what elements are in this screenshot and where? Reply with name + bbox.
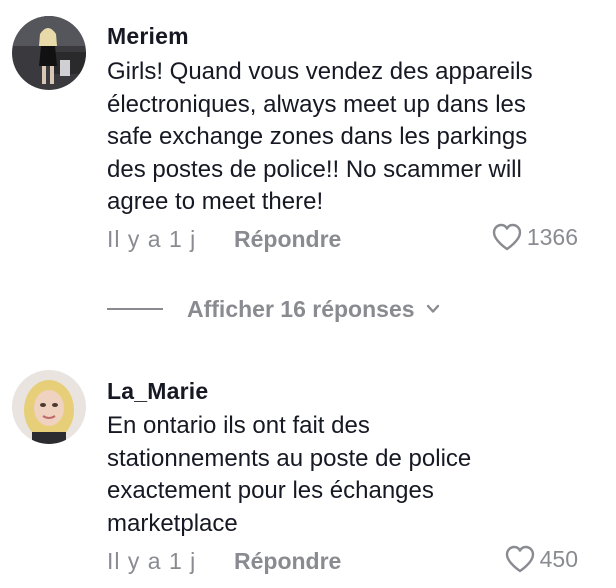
like-button[interactable]: 1366: [491, 222, 578, 252]
comment-text: Girls! Quand vous vendez des appareils é…: [107, 58, 533, 215]
like-button[interactable]: 450: [504, 544, 578, 574]
comment-timestamp: Il y a 1 j: [107, 548, 197, 574]
chevron-down-icon: [426, 304, 439, 313]
like-count: 1366: [526, 223, 578, 250]
comment-username[interactable]: La_Marie: [107, 378, 208, 405]
reply-button[interactable]: Répondre: [234, 226, 341, 253]
avatar-photo: [12, 370, 86, 444]
comment-username[interactable]: Meriem: [107, 23, 189, 50]
comment-item: Meriem Girls! Quand vous vendez des appa…: [0, 0, 616, 290]
heart-icon: [505, 545, 534, 573]
comment-text: En ontario ils ont fait des stationnemen…: [107, 412, 472, 537]
view-replies-label: Afficher 16 réponses: [187, 295, 415, 322]
avatar[interactable]: [12, 370, 86, 444]
comment-timestamp: Il y a 1 j: [107, 226, 197, 252]
reply-button[interactable]: Répondre: [234, 548, 341, 575]
comment-meta: Il y a 1 j Répondre 1366: [107, 224, 616, 256]
replies-divider: [107, 308, 163, 310]
avatar-photo: [12, 16, 86, 90]
comment-item: La_Marie En ontario ils ont fait des sta…: [0, 340, 616, 588]
like-count: 450: [539, 545, 578, 572]
heart-icon: [492, 223, 522, 251]
avatar[interactable]: [12, 16, 86, 90]
view-replies-button[interactable]: Afficher 16 réponses: [107, 292, 507, 326]
comment-meta: Il y a 1 j Répondre 450: [107, 546, 616, 578]
